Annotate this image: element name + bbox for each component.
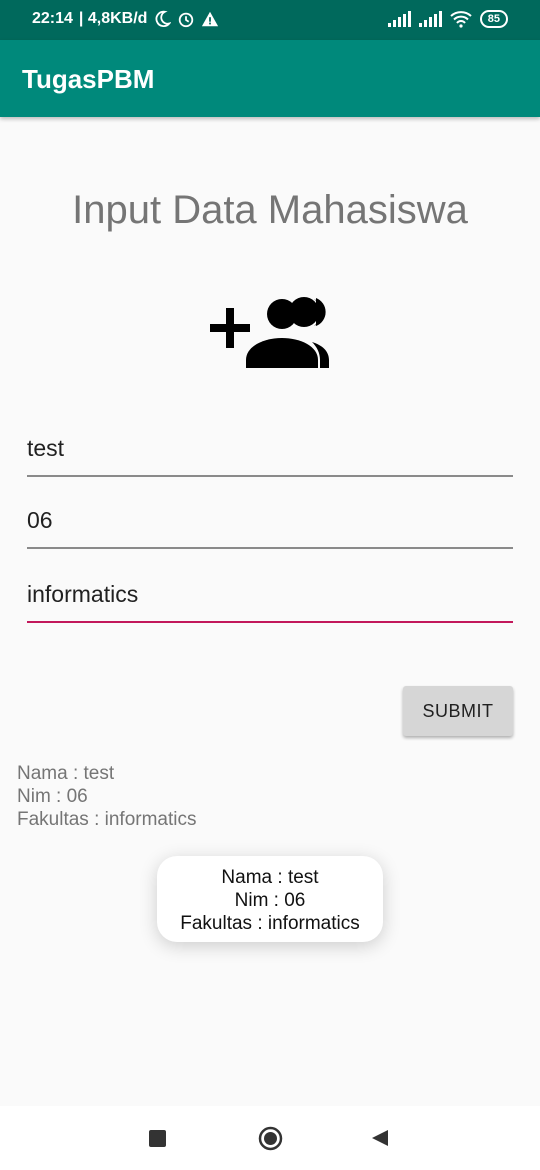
page-title: Input Data Mahasiswa [72,188,468,232]
result-nim: Nim : 06 [17,786,88,807]
battery-level: 85 [487,13,500,25]
toast-message: Nama : test Nim : 06 Fakultas : informat… [157,856,383,942]
signal-icon [418,11,442,27]
wifi-icon [450,11,472,28]
name-field-underline [27,475,513,477]
app-bar: TugasPBM [0,40,540,117]
status-bar: 22:14 | 4,8KB/d 85 [0,0,540,40]
result-output: Nama : test Nim : 06 Fakultas : informat… [17,762,197,831]
faculty-input[interactable] [27,571,513,623]
navigation-bar [0,1106,540,1170]
nim-input[interactable] [27,497,513,549]
signal-icon [387,11,411,27]
app-title: TugasPBM [22,64,155,94]
battery-icon: 85 [479,10,508,28]
name-input[interactable] [27,425,513,477]
toast-nim: Nim : 06 [234,890,306,911]
toast-nama: Nama : test [221,867,319,888]
home-icon[interactable] [258,1126,283,1151]
toast-fakultas: Fakultas : informatics [180,913,360,934]
status-time: 22:14 [32,10,73,27]
nim-field[interactable] [27,497,513,549]
nim-field-underline [27,547,513,549]
result-fakultas: Fakultas : informatics [17,809,197,830]
submit-button[interactable]: SUBMIT [403,686,513,736]
alarm-icon [179,12,194,28]
result-nama: Nama : test [17,763,115,784]
status-net-speed: | 4,8KB/d [78,10,148,27]
name-field[interactable] [27,425,513,477]
back-icon[interactable] [371,1129,389,1147]
recents-icon[interactable] [149,1130,166,1147]
warning-icon [202,11,219,27]
faculty-field[interactable] [27,571,513,623]
moon-icon [155,10,172,28]
add-group-icon [210,297,329,368]
faculty-field-underline [27,621,513,623]
